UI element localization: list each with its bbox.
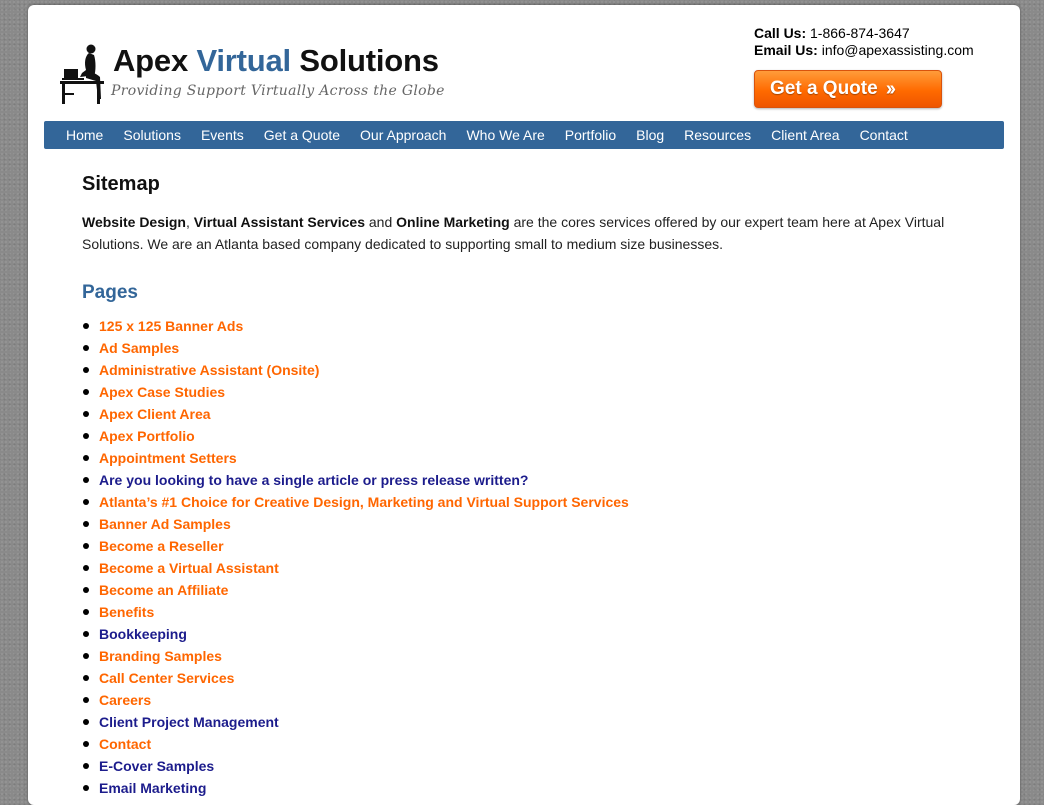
list-item: Careers	[83, 689, 962, 711]
nav-item-resources[interactable]: Resources	[674, 121, 761, 149]
page-link[interactable]: Benefits	[99, 604, 154, 620]
page-link[interactable]: Atlanta’s #1 Choice for Creative Design,…	[99, 494, 629, 510]
list-item: Contact	[83, 733, 962, 755]
list-item: Branding Samples	[83, 645, 962, 667]
page-link[interactable]: Administrative Assistant (Onsite)	[99, 362, 319, 378]
page-link[interactable]: Branding Samples	[99, 648, 222, 664]
main-nav: Home Solutions Events Get a Quote Our Ap…	[44, 121, 1004, 149]
page-link[interactable]: Ad Samples	[99, 340, 179, 356]
page-link[interactable]: Are you looking to have a single article…	[99, 472, 528, 488]
list-item: Become a Virtual Assistant	[83, 557, 962, 579]
logo-tagline: Providing Support Virtually Across the G…	[111, 83, 445, 99]
page-link[interactable]: Apex Case Studies	[99, 384, 225, 400]
list-item: Bookkeeping	[83, 623, 962, 645]
list-item: Apex Case Studies	[83, 381, 962, 403]
page-link[interactable]: E-Cover Samples	[99, 758, 214, 774]
page-link[interactable]: 125 x 125 Banner Ads	[99, 318, 243, 334]
page-link[interactable]: Banner Ad Samples	[99, 516, 231, 532]
page-link[interactable]: Call Center Services	[99, 670, 234, 686]
pages-heading: Pages	[82, 282, 138, 303]
list-item: Email Marketing	[83, 777, 962, 799]
list-item: Are you looking to have a single article…	[83, 469, 962, 491]
nav-item-get-a-quote[interactable]: Get a Quote	[254, 121, 350, 149]
contact-info: Call Us: 1-866-874-3647 Email Us: info@a…	[754, 25, 974, 59]
list-item: Client Project Management	[83, 711, 962, 733]
list-item: Become a Reseller	[83, 535, 962, 557]
intro-paragraph: Website Design, Virtual Assistant Servic…	[82, 214, 945, 252]
double-chevron-right-icon: ››	[885, 77, 896, 100]
phone-number: 1-866-874-3647	[810, 25, 910, 41]
list-item: Atlanta’s #1 Choice for Creative Design,…	[83, 491, 962, 513]
page-title: Sitemap	[82, 173, 160, 195]
nav-item-portfolio[interactable]: Portfolio	[555, 121, 626, 149]
page-link[interactable]: Contact	[99, 736, 151, 752]
woman-at-desk-icon	[60, 44, 104, 104]
page-link[interactable]: Careers	[99, 692, 151, 708]
nav-item-who-we-are[interactable]: Who We Are	[456, 121, 554, 149]
list-item: E-Cover Samples	[83, 755, 962, 777]
nav-item-home[interactable]: Home	[56, 121, 113, 149]
get-a-quote-button[interactable]: Get a Quote ››	[754, 70, 942, 108]
list-item: Call Center Services	[83, 667, 962, 689]
phone-line: Call Us: 1-866-874-3647	[754, 25, 910, 41]
nav-item-our-approach[interactable]: Our Approach	[350, 121, 456, 149]
page-link[interactable]: Become an Affiliate	[99, 582, 228, 598]
nav-item-contact[interactable]: Contact	[850, 121, 918, 149]
page-link[interactable]: Apex Client Area	[99, 406, 211, 422]
email-line: Email Us: info@apexassisting.com	[754, 42, 974, 58]
list-item: 125 x 125 Banner Ads	[83, 315, 962, 337]
nav-item-events[interactable]: Events	[191, 121, 254, 149]
email-address: info@apexassisting.com	[821, 42, 974, 58]
logo-title: Apex Virtual Solutions	[113, 43, 439, 78]
page-link[interactable]: Become a Virtual Assistant	[99, 560, 279, 576]
list-item: Apex Portfolio	[83, 425, 962, 447]
page-link[interactable]: Become a Reseller	[99, 538, 224, 554]
list-item: Become an Affiliate	[83, 579, 962, 601]
list-item: Banner Ad Samples	[83, 513, 962, 535]
nav-item-blog[interactable]: Blog	[626, 121, 674, 149]
list-item: Administrative Assistant (Onsite)	[83, 359, 962, 381]
list-item: Appointment Setters	[83, 447, 962, 469]
page-link[interactable]: Bookkeeping	[99, 626, 187, 642]
page-container: Apex Virtual Solutions Providing Support…	[28, 5, 1020, 805]
page-link[interactable]: Email Marketing	[99, 780, 206, 796]
nav-item-solutions[interactable]: Solutions	[113, 121, 191, 149]
page-link[interactable]: Client Project Management	[99, 714, 279, 730]
nav-item-client-area[interactable]: Client Area	[761, 121, 849, 149]
site-logo[interactable]: Apex Virtual Solutions Providing Support…	[60, 43, 460, 109]
get-a-quote-label: Get a Quote	[770, 78, 878, 99]
pages-list: 125 x 125 Banner Ads Ad Samples Administra…	[82, 315, 962, 799]
list-item: Benefits	[83, 601, 962, 623]
main-content: Sitemap Website Design, Virtual Assistan…	[82, 171, 962, 799]
list-item: Apex Client Area	[83, 403, 962, 425]
page-link[interactable]: Appointment Setters	[99, 450, 237, 466]
list-item: Ad Samples	[83, 337, 962, 359]
page-link[interactable]: Apex Portfolio	[99, 428, 195, 444]
